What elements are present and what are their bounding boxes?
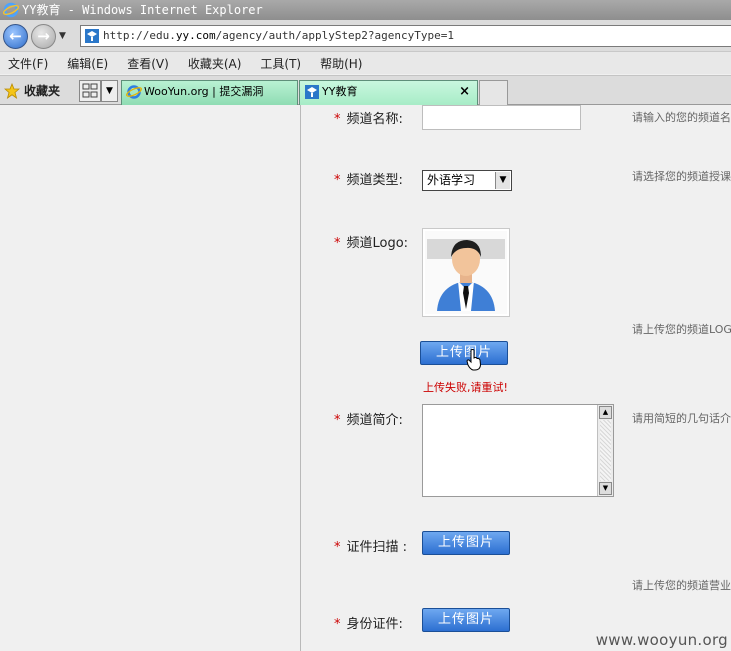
back-button[interactable]: ← xyxy=(3,24,28,49)
id-card-upload-button[interactable]: 上传图片 xyxy=(422,608,510,632)
textarea-scrollbar[interactable]: ▲ ▼ xyxy=(597,405,613,496)
menu-tools[interactable]: 工具(T) xyxy=(260,55,301,72)
history-dropdown-icon[interactable]: ▼ xyxy=(59,31,66,41)
required-mark: * xyxy=(334,413,341,428)
tab-yy-edu[interactable]: YY教育 × xyxy=(299,80,478,105)
scroll-down-icon[interactable]: ▼ xyxy=(599,482,612,495)
required-mark: * xyxy=(334,540,341,555)
grid-icon xyxy=(82,83,98,98)
license-scan-label-text: 证件扫描 : xyxy=(346,540,408,555)
yy-edu-favicon-icon xyxy=(305,85,319,99)
channel-intro-label: * 频道简介: xyxy=(334,409,403,428)
new-tab-button[interactable] xyxy=(479,80,508,105)
required-mark: * xyxy=(334,617,341,632)
tab-wooyun[interactable]: WooYun.org | 提交漏洞 xyxy=(121,80,298,105)
selected-value: 外语学习 xyxy=(427,173,476,187)
url-path: /agency/auth/applyStep2?agencyType=1 xyxy=(215,29,455,42)
channel-type-select[interactable]: 外语学习 ▼ xyxy=(422,170,512,191)
logo-upload-button[interactable]: 上传图片 xyxy=(420,341,508,365)
channel-name-label: * 频道名称: xyxy=(334,108,403,127)
default-avatar-icon xyxy=(425,231,507,314)
channel-type-label: * 频道类型: xyxy=(334,169,403,188)
channel-type-label-text: 频道类型: xyxy=(346,173,403,188)
channel-name-input[interactable] xyxy=(422,105,581,130)
required-mark: * xyxy=(334,236,341,251)
quick-tabs-button[interactable] xyxy=(79,80,101,102)
star-icon xyxy=(4,82,20,99)
tab-label: YY教育 xyxy=(322,85,358,98)
license-scan-label: * 证件扫描 : xyxy=(334,536,407,555)
ie-logo-icon xyxy=(3,2,19,18)
chevron-down-icon[interactable]: ▼ xyxy=(495,172,510,189)
channel-intro-label-text: 频道简介: xyxy=(346,413,403,428)
menu-view[interactable]: 查看(V) xyxy=(127,55,169,72)
required-mark: * xyxy=(334,112,341,127)
license-upload-button[interactable]: 上传图片 xyxy=(422,531,510,555)
page-content: * 频道名称: 请输入的您的频道名 * 频道类型: 外语学习 ▼ 请选择您的频道授课… xyxy=(0,105,731,651)
required-mark: * xyxy=(334,173,341,188)
channel-logo-hint: 请上传您的频道LOG xyxy=(632,323,731,336)
menu-edit[interactable]: 编辑(E) xyxy=(67,55,108,72)
page-favicon-icon xyxy=(85,29,99,43)
watermark-text: www.wooyun.org xyxy=(595,631,728,649)
menu-file[interactable]: 文件(F) xyxy=(8,55,48,72)
chevron-down-icon: ▼ xyxy=(106,86,113,96)
address-field[interactable]: http://edu.yy.com/agency/auth/applyStep2… xyxy=(80,25,731,47)
tab-bar: 收藏夹 ▼ WooYun.org | 提交漏洞 YY教育 × xyxy=(0,75,731,105)
channel-name-label-text: 频道名称: xyxy=(346,112,403,127)
menu-help[interactable]: 帮助(H) xyxy=(320,55,362,72)
channel-logo-label: * 频道Logo: xyxy=(334,232,408,251)
ie-page-icon xyxy=(126,85,142,99)
left-sidebar xyxy=(0,105,301,651)
id-card-label-text: 身份证件: xyxy=(346,617,403,632)
id-card-label: * 身份证件: xyxy=(334,613,403,632)
menu-favorites[interactable]: 收藏夹(A) xyxy=(188,55,242,72)
scroll-up-icon[interactable]: ▲ xyxy=(599,406,612,419)
url-prefix: http://edu. xyxy=(103,29,176,42)
channel-intro-hint: 请用简短的几句话介 xyxy=(632,412,731,425)
arrow-right-icon: → xyxy=(37,27,50,45)
favorites-label: 收藏夹 xyxy=(24,84,61,98)
channel-intro-textarea[interactable]: ▲ ▼ xyxy=(422,404,614,497)
hand-cursor-icon xyxy=(466,349,482,371)
channel-logo-label-text: 频道Logo: xyxy=(346,236,409,251)
arrow-left-icon: ← xyxy=(9,27,22,45)
upload-error-message: 上传失败,请重试! xyxy=(423,381,508,394)
favorites-button[interactable]: 收藏夹 xyxy=(4,82,60,99)
tab-label: WooYun.org | 提交漏洞 xyxy=(144,85,264,98)
scroll-track[interactable] xyxy=(600,420,611,481)
menu-bar: 文件(F) 编辑(E) 查看(V) 收藏夹(A) 工具(T) 帮助(H) xyxy=(0,52,731,74)
channel-name-hint: 请输入的您的频道名 xyxy=(632,111,731,124)
logo-preview xyxy=(422,228,510,317)
url-host: yy.com xyxy=(175,29,216,42)
window-title: YY教育 - Windows Internet Explorer xyxy=(22,3,263,17)
window-titlebar: YY教育 - Windows Internet Explorer xyxy=(0,0,731,20)
close-icon[interactable]: × xyxy=(459,81,470,103)
channel-type-hint: 请选择您的频道授课 xyxy=(632,170,731,183)
license-hint: 请上传您的频道营业 xyxy=(632,579,731,592)
tab-list-dropdown[interactable]: ▼ xyxy=(101,80,118,102)
navigation-bar: ← → ▼ http://edu.yy.com/agency/auth/appl… xyxy=(0,20,731,52)
forward-button[interactable]: → xyxy=(31,24,56,49)
